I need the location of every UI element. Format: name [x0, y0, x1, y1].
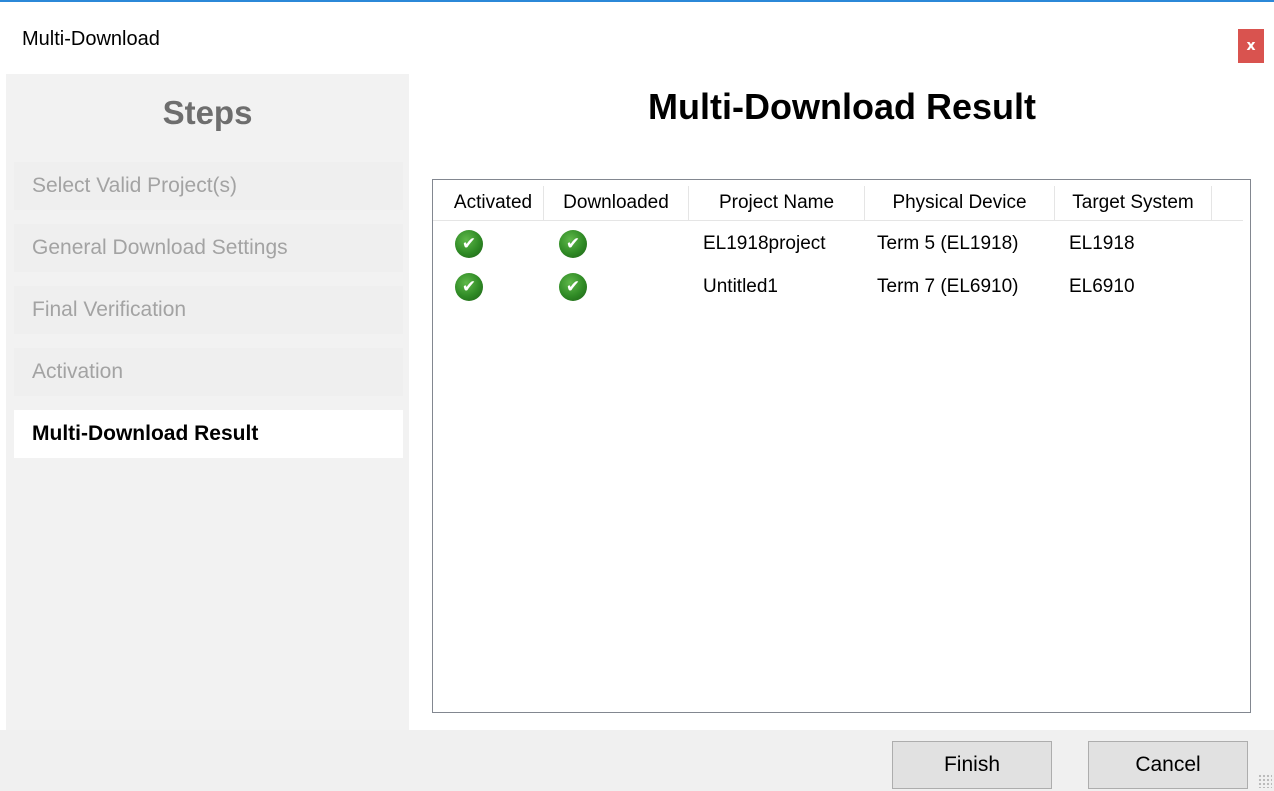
multi-download-dialog: Multi-Download x Steps Select Valid Proj… [0, 0, 1274, 791]
step-label: General Download Settings [32, 236, 288, 259]
step-activation: Activation [14, 348, 403, 396]
step-general-download-settings: General Download Settings [14, 224, 403, 272]
column-header-activated[interactable]: Activated [443, 186, 544, 220]
column-header-downloaded[interactable]: Downloaded [544, 186, 689, 220]
downloaded-cell: ✔ [559, 266, 587, 308]
step-label: Final Verification [32, 298, 187, 321]
step-multi-download-result: Multi-Download Result [14, 410, 403, 458]
project-name-cell: Untitled1 [703, 276, 778, 297]
steps-header: Steps [162, 94, 253, 131]
page-title: Multi-Download Result [648, 86, 1036, 127]
cancel-button[interactable]: Cancel [1088, 741, 1248, 789]
physical-device-cell: Term 7 (EL6910) [877, 276, 1019, 297]
close-button[interactable]: x [1238, 29, 1264, 63]
finish-button[interactable]: Finish [892, 741, 1052, 789]
check-icon: ✔ [559, 230, 587, 258]
column-header-target-system[interactable]: Target System [1055, 186, 1212, 220]
header-divider [433, 220, 1243, 221]
window-title: Multi-Download [22, 28, 160, 50]
column-header-physical-device[interactable]: Physical Device [865, 186, 1055, 220]
activated-cell: ✔ [455, 266, 483, 308]
table-row[interactable]: ✔ ✔ EL1918project Term 5 (EL1918) EL1918 [433, 223, 1243, 265]
check-icon: ✔ [455, 273, 483, 301]
footer-bar [0, 730, 1274, 791]
check-icon: ✔ [559, 273, 587, 301]
close-icon: x [1246, 38, 1256, 54]
step-select-valid-projects: Select Valid Project(s) [14, 162, 403, 210]
check-icon: ✔ [455, 230, 483, 258]
step-label: Activation [32, 360, 124, 383]
activated-cell: ✔ [455, 223, 483, 265]
resize-grip-icon[interactable] [1258, 774, 1272, 788]
target-system-cell: EL1918 [1069, 233, 1135, 254]
physical-device-cell: Term 5 (EL1918) [877, 233, 1019, 254]
step-label: Multi-Download Result [32, 422, 259, 445]
table-header: Activated Downloaded Project Name Physic… [433, 186, 1250, 220]
downloaded-cell: ✔ [559, 223, 587, 265]
project-name-cell: EL1918project [703, 233, 826, 254]
result-table[interactable]: Activated Downloaded Project Name Physic… [432, 179, 1251, 713]
steps-panel: Steps Select Valid Project(s) General Do… [6, 74, 409, 730]
step-label: Select Valid Project(s) [32, 174, 238, 197]
target-system-cell: EL6910 [1069, 276, 1135, 297]
table-row[interactable]: ✔ ✔ Untitled1 Term 7 (EL6910) EL6910 [433, 266, 1243, 308]
title-bar[interactable]: Multi-Download x [0, 4, 1274, 72]
column-header-project-name[interactable]: Project Name [689, 186, 865, 220]
step-final-verification: Final Verification [14, 286, 403, 334]
